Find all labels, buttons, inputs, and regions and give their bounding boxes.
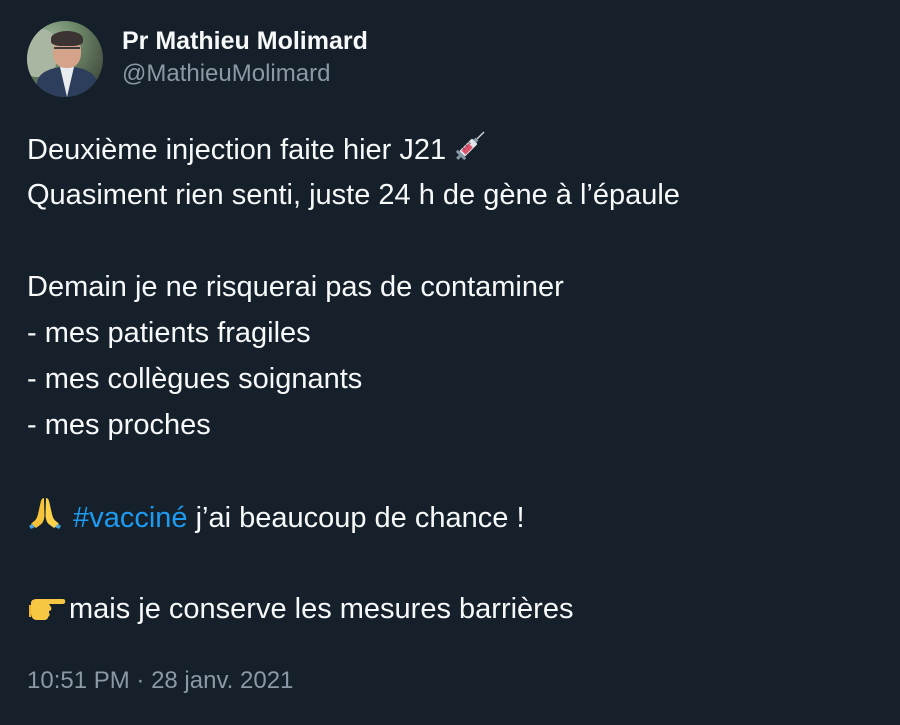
author-names: Pr Mathieu Molimard @MathieuMolimard [122,26,368,90]
tweet-line-2: Quasiment rien senti, juste 24 h de gène… [27,179,680,211]
tweet-line-8-text: mais je conserve les mesures barrières [69,593,574,625]
tweet-line-4: - mes patients fragiles [27,317,311,349]
tweet-line-1-text: Deuxième injection faite hier J21 [27,134,447,166]
timestamp-separator: · [129,667,152,694]
tweet: Pr Mathieu Molimard @MathieuMolimard Deu… [0,0,900,725]
tweet-line-6: - mes proches [27,409,211,441]
pointing-right-emoji-icon [27,589,67,635]
tweet-text: Deuxième injection faite hier J21 Quasim… [27,126,877,632]
tweet-line-8: mais je conserve les mesures barrières [27,586,877,632]
tweet-line-7: #vacciné j’ai beaucoup de chance ! [27,494,877,540]
tweet-line-7-text: j’ai beaucoup de chance ! [187,502,525,534]
tweet-line-1: Deuxième injection faite hier J21 [27,126,877,172]
tweet-header: Pr Mathieu Molimard @MathieuMolimard [27,21,368,97]
avatar[interactable] [27,21,103,97]
tweet-line-3: Demain je ne risquerai pas de contaminer [27,271,564,303]
author-display-name[interactable]: Pr Mathieu Molimard [122,26,368,56]
tweet-line-5: - mes collègues soignants [27,363,363,395]
folded-hands-emoji-icon [27,494,63,544]
hashtag-link[interactable]: #vacciné [73,502,187,534]
syringe-emoji-icon [454,126,490,176]
tweet-timestamp[interactable]: 10:51 PM · 28 janv. 2021 [27,664,293,698]
tweet-date: 28 janv. 2021 [151,667,294,694]
tweet-time: 10:51 PM [27,667,130,694]
author-handle[interactable]: @MathieuMolimard [122,58,368,90]
